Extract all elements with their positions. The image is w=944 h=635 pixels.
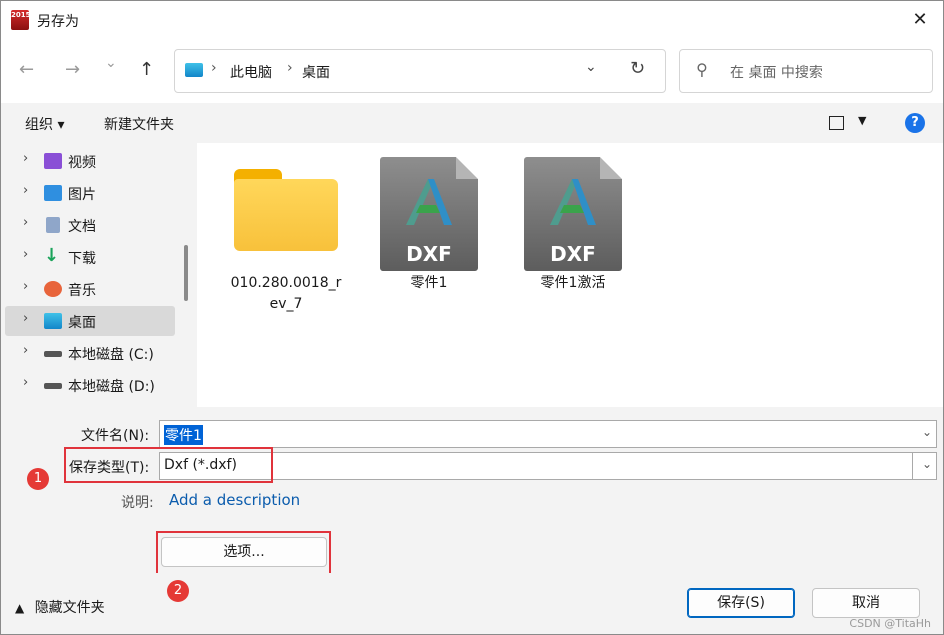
- sidebar-item-label: 图片: [68, 187, 96, 203]
- expand-chevron-icon[interactable]: ›: [23, 215, 28, 230]
- music-icon: [44, 281, 62, 297]
- sidebar-item-documents[interactable]: › 文档: [5, 210, 175, 240]
- pictures-icon: [44, 185, 62, 201]
- file-item-dxf[interactable]: DXF 零件1: [369, 157, 489, 294]
- video-icon: [44, 153, 62, 169]
- annotation-badge-1: 1: [27, 468, 49, 490]
- highlight-box-filetype: [64, 447, 273, 483]
- breadcrumb-desktop[interactable]: 桌面: [302, 62, 330, 82]
- save-as-dialog: 2015 另存为 ✕ ← → ⌄ ↑ › 此电脑 › 桌面 ⌄ ↻ ⚲ 在 桌面…: [0, 0, 944, 635]
- back-arrow-icon: ←: [19, 59, 35, 80]
- autocad-logo-icon: [406, 179, 452, 225]
- view-dropdown-icon[interactable]: ▼: [858, 114, 866, 127]
- forward-arrow-icon: →: [65, 59, 81, 80]
- sidebar-item-drive-c[interactable]: › 本地磁盘 (C:): [5, 338, 175, 368]
- expand-chevron-icon[interactable]: ›: [23, 279, 28, 294]
- app-icon: 2015: [11, 10, 30, 30]
- filename-input[interactable]: 零件1: [164, 425, 203, 445]
- filename-field[interactable]: 零件1 ⌄: [159, 420, 937, 448]
- sidebar-item-pictures[interactable]: › 图片: [5, 178, 175, 208]
- expand-chevron-icon[interactable]: ›: [23, 311, 28, 326]
- autocad-logo-icon: [550, 179, 596, 225]
- download-icon: ↓: [44, 245, 60, 266]
- dxf-file-icon: DXF: [524, 157, 622, 271]
- recent-locations-button[interactable]: ⌄: [105, 55, 117, 71]
- expand-chevron-icon[interactable]: ›: [23, 183, 28, 198]
- chevron-down-icon[interactable]: ⌄: [922, 425, 932, 439]
- refresh-icon[interactable]: ↻: [630, 58, 645, 79]
- sidebar-item-label: 文档: [68, 219, 96, 235]
- title-bar: 2015 另存为 ✕: [1, 1, 943, 39]
- expand-chevron-icon[interactable]: ›: [23, 343, 28, 358]
- new-folder-button[interactable]: 新建文件夹: [104, 114, 174, 134]
- search-box[interactable]: ⚲ 在 桌面 中搜索: [679, 49, 933, 93]
- sidebar-item-label: 桌面: [68, 315, 96, 331]
- search-icon: ⚲: [696, 60, 708, 79]
- navigation-pane: › 视频 › 图片 › 文档 › ↓ 下载 › 音乐 › 桌面 › 本地磁盘 (…: [1, 143, 194, 407]
- dxf-file-icon: DXF: [380, 157, 478, 271]
- sidebar-item-label: 下载: [68, 251, 96, 267]
- forward-button[interactable]: →: [65, 59, 80, 80]
- view-icon[interactable]: [829, 116, 844, 130]
- hide-folders-label: 隐藏文件夹: [34, 600, 105, 616]
- filetype-select[interactable]: Dxf (*.dxf) ⌄: [159, 452, 937, 480]
- up-button[interactable]: ↑: [139, 59, 154, 80]
- command-bar: 组织 ▾ 新建文件夹 ▼ ?: [1, 103, 943, 143]
- search-input[interactable]: 在 桌面 中搜索: [730, 62, 823, 82]
- file-item-dxf[interactable]: DXF 零件1激活: [513, 157, 633, 294]
- save-button[interactable]: 保存(S): [687, 588, 795, 618]
- sidebar-item-desktop[interactable]: › 桌面: [5, 306, 175, 336]
- help-icon[interactable]: ?: [905, 113, 925, 133]
- add-description-link[interactable]: Add a description: [169, 491, 300, 509]
- address-history-chevron-icon[interactable]: ⌄: [585, 59, 597, 75]
- expand-chevron-icon[interactable]: ›: [23, 151, 28, 166]
- breadcrumb-this-pc[interactable]: 此电脑: [230, 62, 272, 82]
- navigation-scrollbar[interactable]: [184, 245, 188, 301]
- documents-icon: [46, 217, 60, 233]
- expand-chevron-icon[interactable]: ›: [23, 375, 28, 390]
- file-name: 零件1激活: [540, 275, 606, 291]
- this-pc-icon: [185, 63, 203, 77]
- sidebar-item-drive-d[interactable]: › 本地磁盘 (D:): [5, 370, 175, 400]
- sidebar-item-music[interactable]: › 音乐: [5, 274, 175, 304]
- expand-chevron-icon[interactable]: ›: [23, 247, 28, 262]
- dialog-footer: ▲ 隐藏文件夹 2 保存(S) 取消 CSDN @TitaHh: [1, 573, 943, 634]
- file-name: 010.280.0018_r ev_7: [230, 275, 342, 312]
- chevron-down-icon[interactable]: ⌄: [922, 457, 932, 471]
- description-label: 说明:: [121, 495, 154, 511]
- address-bar[interactable]: › 此电脑 › 桌面 ⌄ ↻: [174, 49, 666, 93]
- drive-d-icon: [44, 383, 62, 389]
- up-arrow-icon: ↑: [139, 59, 155, 80]
- window-title: 另存为: [37, 14, 79, 30]
- cancel-button[interactable]: 取消: [812, 588, 920, 618]
- sidebar-item-label: 本地磁盘 (C:): [68, 347, 154, 363]
- navigation-bar: ← → ⌄ ↑ › 此电脑 › 桌面 ⌄ ↻ ⚲ 在 桌面 中搜索: [1, 39, 943, 103]
- hide-folders-toggle[interactable]: ▲ 隐藏文件夹: [15, 597, 105, 617]
- chevron-down-icon: ⌄: [105, 55, 117, 71]
- drive-c-icon: [44, 351, 62, 357]
- back-button[interactable]: ←: [19, 59, 34, 80]
- close-icon: ✕: [912, 9, 928, 30]
- folder-icon: [234, 169, 338, 251]
- chevron-up-icon: ▲: [15, 601, 25, 615]
- save-form: 文件名(N): 零件1 ⌄ 保存类型(T): Dxf (*.dxf) ⌄ 1 说…: [1, 407, 943, 575]
- file-list: 010.280.0018_r ev_7 DXF 零件1 DXF 零件1激活: [197, 143, 943, 407]
- file-name: 零件1: [410, 275, 448, 291]
- file-item-folder[interactable]: 010.280.0018_r ev_7: [221, 169, 351, 315]
- filename-label: 文件名(N):: [81, 428, 150, 444]
- sidebar-item-label: 视频: [68, 155, 96, 171]
- sidebar-item-label: 本地磁盘 (D:): [68, 379, 155, 395]
- organize-menu[interactable]: 组织 ▾: [25, 114, 64, 134]
- highlight-box-options: [156, 531, 331, 575]
- breadcrumb-chevron-icon: ›: [211, 60, 217, 76]
- annotation-badge-2: 2: [167, 580, 189, 602]
- watermark-text: CSDN @TitaHh: [849, 617, 931, 630]
- sidebar-item-downloads[interactable]: › ↓ 下载: [5, 242, 175, 272]
- close-button[interactable]: ✕: [897, 1, 943, 39]
- sidebar-item-label: 音乐: [68, 283, 96, 299]
- sidebar-item-videos[interactable]: › 视频: [5, 146, 175, 176]
- breadcrumb-chevron-icon: ›: [287, 60, 293, 76]
- desktop-icon: [44, 313, 62, 329]
